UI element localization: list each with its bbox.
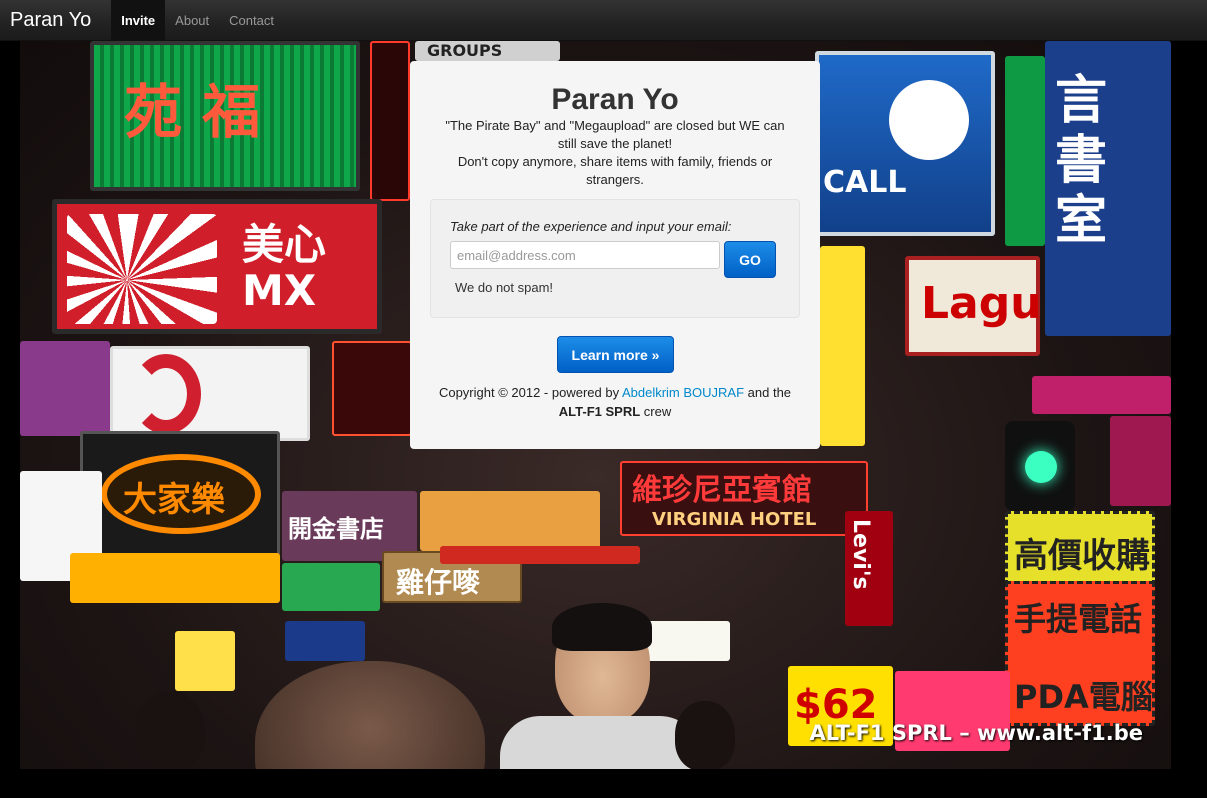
copyright-prefix: Copyright © 2012 - powered by — [438, 385, 622, 400]
sign-maxims: 美心 MX — [52, 199, 382, 334]
sign-call-text: CALL — [823, 165, 907, 200]
sign-green-neon-text: 苑 福 — [124, 78, 261, 146]
sign-bookstore-text: 開金書店 — [288, 515, 384, 543]
sign-levis: Levi's — [845, 511, 893, 626]
sign-red-vertical — [370, 41, 410, 201]
sign-lagu-text: Lagu — [921, 278, 1042, 329]
crowd-person-right — [675, 701, 735, 769]
photo-watermark: ALT-F1 SPRL – www.alt-f1.be — [809, 721, 1143, 745]
sign-yellow-mid — [820, 246, 865, 446]
hero-description-2: Don't copy anymore, share items with fam… — [457, 154, 773, 187]
sign-green-tall — [1005, 56, 1045, 246]
sign-lagu: Lagu — [905, 256, 1042, 356]
nospam-note: We do not spam! — [455, 280, 554, 295]
nav-about[interactable]: About — [165, 0, 219, 40]
author-link[interactable]: Abdelkrim BOUJRAF — [622, 385, 744, 400]
email-input[interactable] — [450, 241, 720, 269]
traffic-light-green — [1025, 451, 1057, 483]
sign-virginia-cn: 維珍尼亞賓館 — [632, 473, 812, 508]
sign-red-phone: 手提電話 PDA電腦 — [1005, 581, 1155, 726]
sign-yellow-purchase: 高價收購 — [1005, 511, 1155, 586]
copyright: Copyright © 2012 - powered by Abdelkrim … — [420, 383, 810, 421]
nav-contact[interactable]: Contact — [219, 0, 284, 40]
sign-magenta-arrow — [1032, 376, 1171, 414]
sign-groups-text: GROUPS — [427, 41, 503, 60]
sign-white-center — [640, 621, 730, 661]
top-navbar: Paran Yo Invite About Contact — [0, 0, 1207, 41]
sign-purchase-text: 高價收購 — [1014, 536, 1150, 576]
sign-call: CALL — [815, 51, 995, 236]
sign-green-neon: 苑 福 — [90, 41, 360, 191]
sign-cafe-de-coral: 大家樂 — [80, 431, 280, 556]
hero-card: Paran Yo "The Pirate Bay" and "Megauploa… — [410, 61, 820, 449]
go-button[interactable]: GO — [724, 241, 776, 278]
crowd-person-center-hair — [552, 603, 652, 651]
sign-call-circle — [889, 80, 969, 160]
sign-phone-text: 手提電話 — [1014, 600, 1143, 638]
sign-yellow-banner — [70, 553, 280, 603]
sign-virginia-hotel: 維珍尼亞賓館 VIRGINIA HOTEL — [620, 461, 868, 536]
traffic-light — [1005, 421, 1075, 511]
sign-levis-text: Levi's — [848, 519, 873, 590]
sign-books-text: 言書室 — [1055, 71, 1108, 251]
sign-pda-text: PDA電腦 — [1014, 678, 1153, 716]
sign-orange-strip — [420, 491, 600, 551]
sign-yellow-small — [175, 631, 235, 691]
sign-groups: GROUPS — [415, 41, 560, 61]
sign-blue-small — [285, 621, 365, 661]
nav-invite[interactable]: Invite — [111, 0, 166, 40]
hero-description-1: "The Pirate Bay" and "Megaupload" are cl… — [445, 118, 785, 151]
sign-cafe-text: 大家樂 — [123, 480, 225, 520]
sign-chicks-text: 雞仔嘜 — [396, 566, 481, 599]
hero-title: Paran Yo — [551, 83, 679, 116]
copyright-suffix: crew — [640, 404, 672, 419]
email-prompt: Take part of the experience and input yo… — [450, 219, 732, 234]
crowd-person-foreground-left — [255, 661, 485, 769]
sign-virginia-en: VIRGINIA HOTEL — [652, 509, 817, 530]
company-name: ALT-F1 SPRL — [558, 404, 641, 419]
email-form: Take part of the experience and input yo… — [430, 199, 800, 318]
sign-magenta-list — [1110, 416, 1171, 506]
sign-red-neon-lu — [332, 341, 412, 436]
sign-maxims-burst — [67, 214, 217, 324]
sign-pink — [20, 341, 110, 436]
sign-maxims-text: 美心 MX — [242, 220, 327, 315]
crowd-person-center-shirt — [500, 716, 700, 769]
copyright-middle: and the — [744, 385, 792, 400]
sign-big-3 — [131, 354, 201, 434]
crowd-person-left — [135, 691, 205, 769]
sign-red-strip — [440, 546, 640, 564]
sign-green-bank — [282, 563, 380, 611]
sign-white-red — [110, 346, 310, 441]
brand-logo[interactable]: Paran Yo — [0, 0, 111, 40]
learn-more-button[interactable]: Learn more » — [557, 336, 674, 373]
sign-books-vertical: 言書室 — [1045, 41, 1171, 336]
